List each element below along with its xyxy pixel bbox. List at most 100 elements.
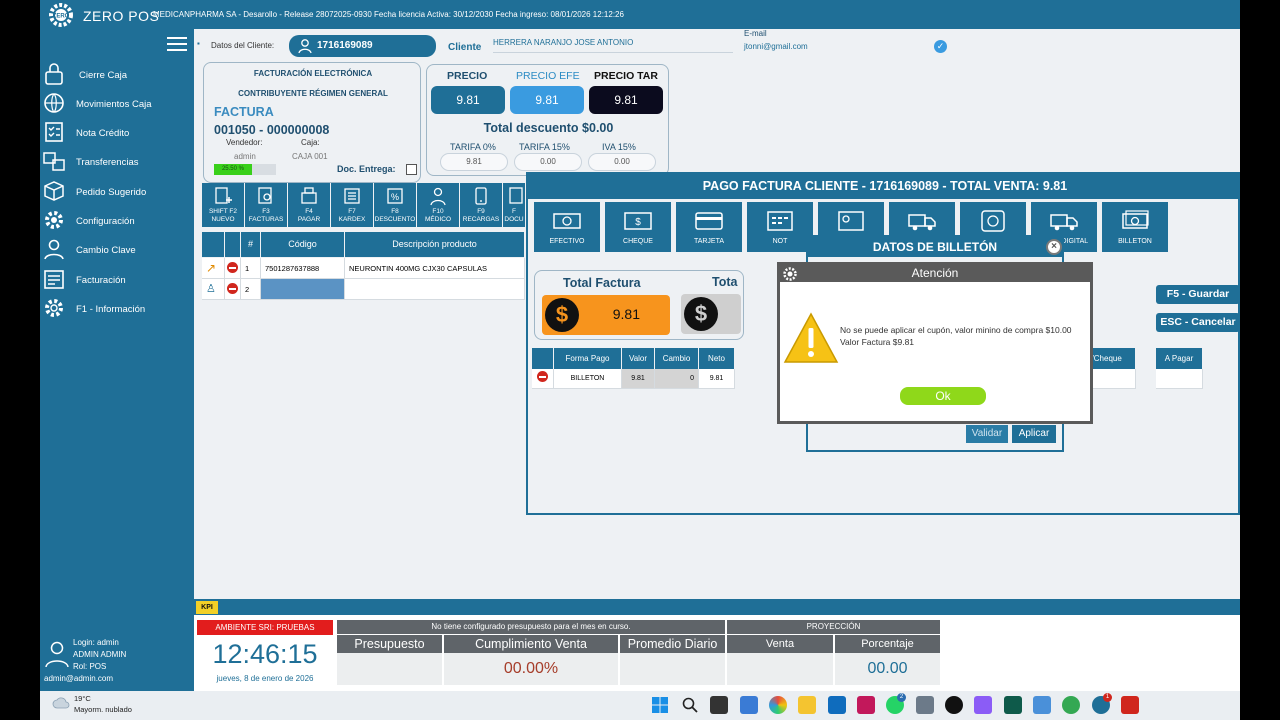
menu-icon[interactable]: [167, 37, 187, 51]
iva-value: 0.00: [588, 153, 656, 171]
doc-entrega-checkbox[interactable]: [406, 164, 417, 175]
whatsapp-badge: 2: [897, 693, 906, 702]
payment-method-nota[interactable]: NOT: [747, 202, 813, 252]
precio-button[interactable]: 9.81: [431, 86, 505, 114]
login-text: Login: admin: [73, 638, 119, 647]
client-id-field[interactable]: 1716169089: [289, 35, 436, 57]
trend-icon[interactable]: ↗: [202, 258, 225, 279]
descuento-button[interactable]: % F8 DESCUENTO: [374, 183, 416, 227]
new-button[interactable]: SHIFT F2 NUEVO: [202, 183, 244, 227]
validate-button[interactable]: Validar: [966, 425, 1008, 443]
app-window-icon[interactable]: [1033, 696, 1051, 714]
sidebar-item-pedido-sugerido[interactable]: Pedido Sugerido: [40, 179, 194, 207]
recargas-button[interactable]: F9 RECARGAS: [460, 183, 502, 227]
outlook-icon[interactable]: [828, 696, 846, 714]
user-email: admin@admin.com: [44, 674, 114, 683]
kardex-button[interactable]: F7 KARDEX: [331, 183, 373, 227]
zero-pos-badge: 1: [1103, 693, 1112, 702]
apply-button[interactable]: Aplicar: [1012, 425, 1056, 443]
windows-start-icon[interactable]: [651, 696, 669, 714]
chatgpt-icon[interactable]: [945, 696, 963, 714]
terminal-icon[interactable]: [1004, 696, 1022, 714]
sidebar-item-label: Nota Crédito: [76, 128, 130, 139]
email-label: E-mail: [744, 29, 767, 38]
ok-button[interactable]: Ok: [900, 387, 986, 405]
payment-method-tarjeta[interactable]: TARJETA: [676, 202, 742, 252]
alert-title: Atención: [780, 265, 1090, 282]
new-doc-icon: [215, 187, 232, 204]
close-icon[interactable]: ×: [1046, 239, 1062, 255]
sidebar-item-informacion[interactable]: F1 - Información: [40, 296, 194, 324]
pagar-button-label: F4 PAGAR: [297, 208, 321, 223]
sidebar-item-movimientos-caja[interactable]: Movimientos Caja: [40, 91, 194, 119]
pagar-button[interactable]: F4 PAGAR: [288, 183, 330, 227]
verify-check-icon[interactable]: ✓: [934, 40, 947, 53]
user-role: Rol: POS: [73, 662, 107, 671]
kpi-porcentaje-header: Porcentaje: [835, 635, 940, 653]
payment-method-billeton[interactable]: BILLETON: [1102, 202, 1168, 252]
row-code-input[interactable]: [261, 279, 345, 300]
col-action-1: [202, 232, 225, 257]
email-value[interactable]: jtonni@gmail.com: [744, 42, 808, 51]
zero-pos-taskbar-icon[interactable]: 1: [1092, 693, 1112, 714]
cliente-label: Cliente: [448, 42, 482, 53]
copilot-icon[interactable]: [769, 696, 787, 714]
pos-window: ZERO ZERO POS MEDICANPHARMA SA - Desarol…: [40, 0, 1240, 720]
precio-efe-button[interactable]: 9.81: [510, 86, 584, 114]
payment-method-cheque[interactable]: $ CHEQUE: [605, 202, 671, 252]
documentos-button-label: F DOCU: [504, 208, 524, 223]
kardex-button-label: F7 KARDEX: [338, 208, 366, 223]
delete-payment-icon[interactable]: [532, 369, 554, 389]
search-icon[interactable]: [681, 696, 699, 714]
sidebar-item-label: Pedido Sugerido: [76, 187, 147, 198]
notepad-icon[interactable]: [974, 696, 992, 714]
transfer-icon: [43, 152, 65, 171]
sidebar-item-cierre-caja[interactable]: Cierre Caja: [40, 62, 194, 90]
delete-row-icon[interactable]: [225, 279, 241, 300]
task-view-icon[interactable]: [710, 696, 728, 714]
kpi-porcentaje-value: 00.00: [867, 660, 908, 677]
whatsapp-icon[interactable]: 2: [886, 693, 906, 714]
file-explorer-icon[interactable]: [798, 696, 816, 714]
save-button[interactable]: F5 - Guardar: [1156, 285, 1240, 304]
widgets-icon[interactable]: [740, 696, 758, 714]
sidebar-item-label: Transferencias: [76, 157, 139, 168]
delete-row-icon[interactable]: [225, 258, 241, 279]
cancel-button[interactable]: ESC - Cancelar: [1156, 313, 1240, 332]
sales-progress-bar: 25.50 %: [214, 164, 276, 175]
kpi-tab[interactable]: KPI: [196, 601, 218, 614]
title-bar: ZERO ZERO POS MEDICANPHARMA SA - Desarol…: [40, 0, 1240, 29]
payment-cambio[interactable]: 0: [655, 369, 699, 389]
sidebar-item-nota-credito[interactable]: Nota Crédito: [40, 120, 194, 148]
precio-tar-button[interactable]: 9.81: [589, 86, 663, 114]
chrome-icon[interactable]: [1062, 696, 1080, 714]
facturas-button[interactable]: F3 FACTURAS: [245, 183, 287, 227]
payment-method-label: CHEQUE: [623, 238, 653, 245]
person-icon[interactable]: ♙: [202, 279, 225, 300]
kpi-porcentaje: Porcentaje 00.00: [835, 635, 940, 685]
sidebar-item-cambio-clave[interactable]: Cambio Clave: [40, 237, 194, 265]
payment-valor[interactable]: 9.81: [622, 369, 655, 389]
cash-register-icon: [301, 187, 317, 204]
total-discount: Total descuento $0.00: [483, 121, 614, 135]
payment-method-efectivo[interactable]: EFECTIVO: [534, 202, 600, 252]
pdf-reader-icon[interactable]: [1121, 696, 1139, 714]
kpi-cumplimiento-value: 00.00%: [503, 660, 559, 677]
col-number: #: [241, 232, 261, 257]
clock: 12:46:15: [212, 639, 318, 669]
documentos-button[interactable]: F DOCU: [503, 183, 525, 227]
sidebar-item-facturacion[interactable]: Facturación: [40, 267, 194, 295]
sidebar-item-configuracion[interactable]: Configuración: [40, 208, 194, 236]
medico-button[interactable]: F10 MÉDICO: [417, 183, 459, 227]
discount-icon: %: [387, 188, 403, 204]
payment-method-label: TARJETA: [693, 238, 725, 245]
projection-header: PROYECCIÓN: [727, 620, 940, 634]
tarifa0-value: 9.81: [440, 153, 508, 171]
windows-taskbar: 19°C Mayorm. nublado 2 1: [40, 691, 1240, 720]
window-icon[interactable]: [916, 696, 934, 714]
sidebar-item-transferencias[interactable]: Transferencias: [40, 149, 194, 177]
precio-tar-label: PRECIO TAR: [594, 70, 658, 82]
client-name-field[interactable]: HERRERA NARANJO JOSE ANTONIO: [493, 37, 733, 53]
app-icon[interactable]: [857, 696, 875, 714]
total-paid-box: $: [681, 294, 741, 334]
